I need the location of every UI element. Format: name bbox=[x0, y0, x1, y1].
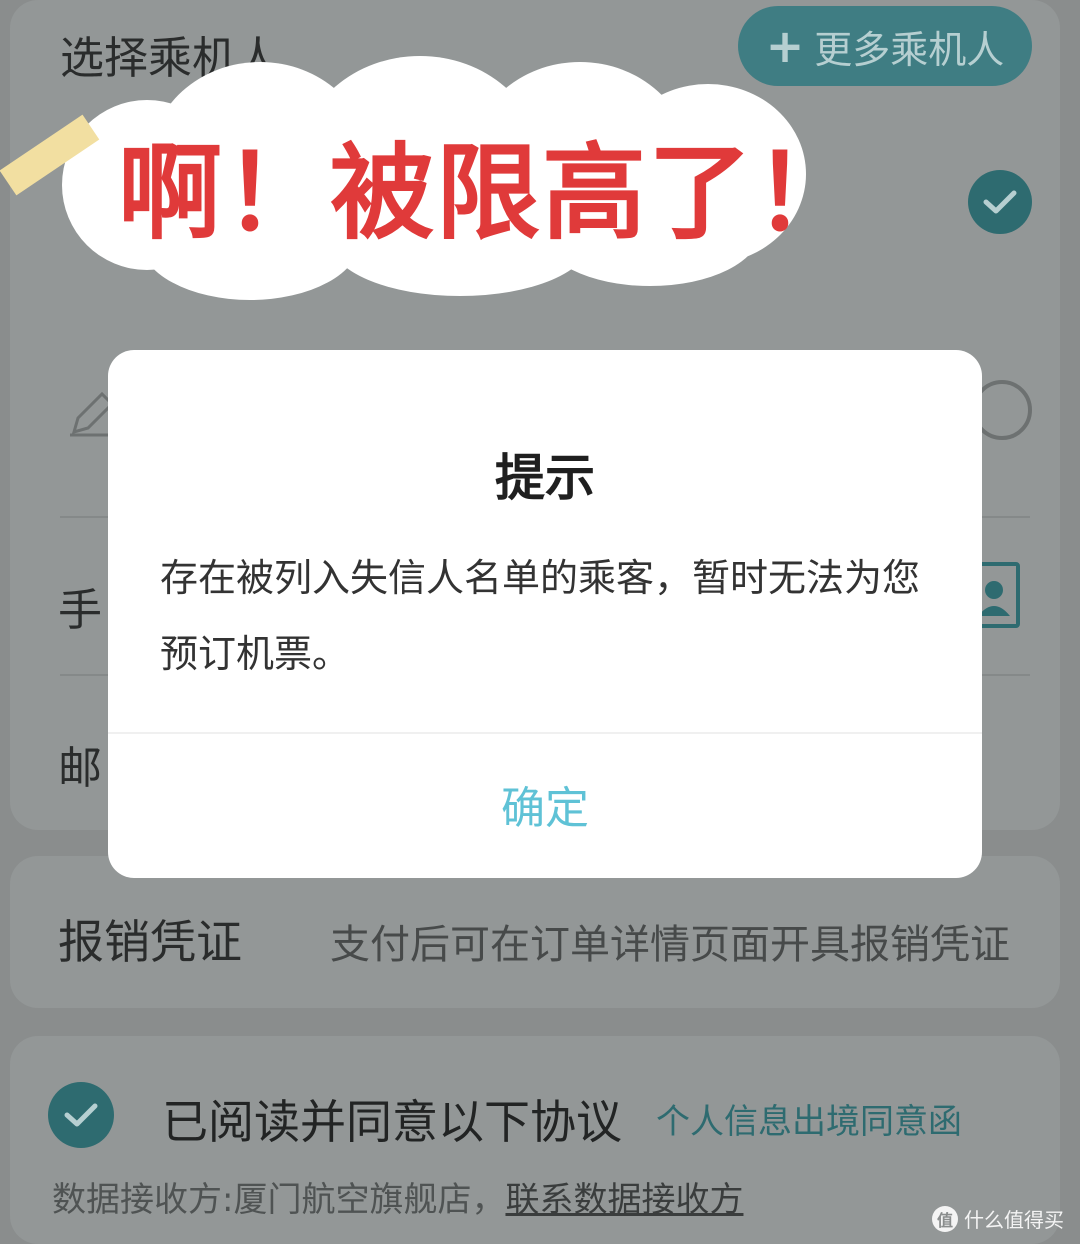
passenger-selected-checkbox[interactable] bbox=[968, 170, 1032, 234]
agreement-checkbox[interactable] bbox=[48, 1082, 114, 1148]
voucher-description: 支付后可在订单详情页面开具报销凭证 bbox=[330, 922, 1010, 968]
data-receiver-line: 数据接收方:厦门航空旗舰店，联系数据接收方 bbox=[52, 1172, 743, 1221]
watermark-text: 什么值得买 bbox=[964, 1208, 1064, 1232]
more-passengers-button[interactable]: + 更多乘机人 bbox=[738, 6, 1032, 86]
overlay-caption: 啊！被限高了！ bbox=[118, 132, 861, 254]
check-icon bbox=[64, 1103, 98, 1127]
dialog-message: 存在被列入失信人名单的乘客，暂时无法为您预订机票。 bbox=[160, 556, 921, 676]
phone-label: 手 bbox=[58, 585, 102, 636]
confirm-button[interactable]: 确定 bbox=[108, 730, 982, 878]
more-passengers-label: 更多乘机人 bbox=[814, 27, 1005, 72]
dialog-title: 提示 bbox=[495, 449, 595, 507]
privacy-consent-link[interactable]: 个人信息出境同意函 bbox=[656, 1094, 962, 1143]
email-label: 邮 bbox=[58, 743, 102, 794]
agreement-text: 已阅读并同意以下协议 bbox=[162, 1095, 622, 1149]
plus-icon: + bbox=[765, 19, 805, 73]
voucher-label: 报销凭证 bbox=[58, 915, 242, 969]
data-receiver-prefix: 数据接收方:厦门航空旗舰店， bbox=[52, 1180, 506, 1220]
check-icon bbox=[983, 190, 1017, 214]
watermark: 值 什么值得买 bbox=[932, 1204, 1064, 1233]
smzdm-logo-icon: 值 bbox=[932, 1205, 958, 1232]
alert-dialog: 提示 存在被列入失信人名单的乘客，暂时无法为您预订机票。 确定 bbox=[108, 350, 982, 878]
contact-data-receiver-link[interactable]: 联系数据接收方 bbox=[505, 1180, 743, 1220]
